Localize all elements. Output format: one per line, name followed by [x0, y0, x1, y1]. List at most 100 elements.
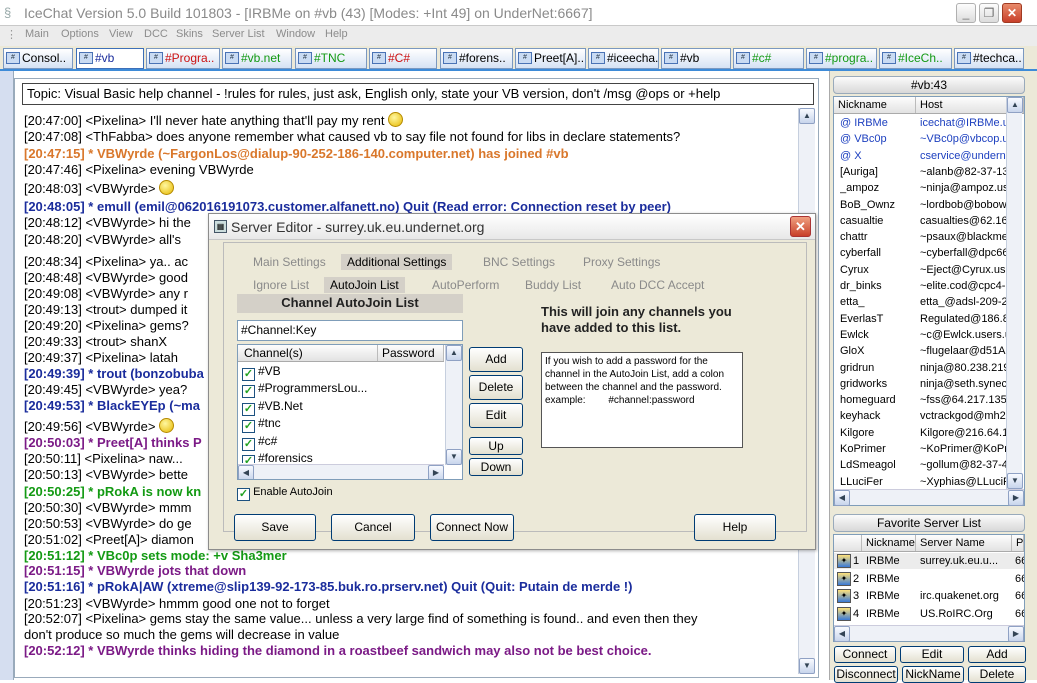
move-up-button[interactable]: Up	[469, 437, 523, 455]
tab-bnc-settings[interactable]: BNC Settings	[483, 255, 555, 269]
restore-button[interactable]: ❐	[979, 3, 999, 23]
channel-tab[interactable]: # #vb	[661, 48, 731, 69]
favorite-row[interactable]: ✦3 IRBMe irc.quakenet.org 66	[834, 588, 1024, 604]
nick-row[interactable]: etta_ etta_@adsl-209-2	[834, 294, 1024, 310]
autojoin-channel-list[interactable]: Channel(s) Password ✓ #VB ✓ #ProgrammersLou…	[237, 344, 463, 480]
enable-autojoin-checkbox[interactable]: ✓ Enable AutoJoin	[237, 486, 333, 501]
favorites-hscroll[interactable]: ◀ ▶	[834, 625, 1024, 642]
col-port[interactable]: P	[1012, 535, 1024, 551]
autojoin-channel-row[interactable]: ✓ #ProgrammersLou...	[242, 380, 367, 399]
channel-tab[interactable]: # #forens..	[440, 48, 513, 69]
nick-row[interactable]: @ IRBMe icechat@IRBMe.us	[834, 115, 1024, 131]
tab-auto-dcc-accept[interactable]: Auto DCC Accept	[611, 278, 704, 292]
channel-tab[interactable]: # #TNC	[295, 48, 367, 69]
checkbox-checked-icon[interactable]: ✓	[242, 402, 255, 416]
add-channel-button[interactable]: Add	[469, 347, 523, 372]
channel-tab[interactable]: # #c#	[733, 48, 804, 69]
scroll-right-arrow-icon[interactable]: ▶	[1008, 490, 1024, 506]
autojoin-channel-row[interactable]: ✓ #forensics	[242, 450, 313, 463]
delete-server-button[interactable]: Delete	[968, 666, 1026, 683]
nick-row[interactable]: gridrun ninja@80.238.219	[834, 360, 1024, 376]
autojoin-channel-row[interactable]: ✓ #VB	[242, 363, 281, 381]
channel-topic[interactable]: Topic: Visual Basic help channel - !rule…	[22, 83, 814, 105]
nick-row[interactable]: casualtie casualties@62.16	[834, 213, 1024, 229]
scroll-down-arrow-icon[interactable]: ▼	[799, 658, 815, 674]
checkbox-checked-icon[interactable]: ✓	[242, 385, 255, 399]
favorite-row[interactable]: ✦4 IRBMe US.RoIRC.Org 66	[834, 606, 1024, 622]
delete-channel-button[interactable]: Delete	[469, 375, 523, 400]
nick-row[interactable]: @ VBc0p ~VBc0p@vbcop.u	[834, 131, 1024, 147]
menu-help[interactable]: Help	[325, 28, 348, 40]
menu-view[interactable]: View	[109, 28, 133, 40]
menu-options[interactable]: Options	[61, 28, 99, 40]
nicklist[interactable]: Nickname Host @ IRBMe icechat@IRBMe.us @ V…	[833, 96, 1025, 506]
nick-row[interactable]: EverlasT Regulated@186.8	[834, 311, 1024, 327]
col-password[interactable]: Password	[378, 345, 444, 361]
nick-row[interactable]: Cyrux ~Eject@Cyrux.use	[834, 262, 1024, 278]
nick-row[interactable]: Kilgore Kilgore@216.64.1	[834, 425, 1024, 441]
nick-row[interactable]: KoPrimer ~KoPrimer@KoPrir	[834, 441, 1024, 457]
tab-proxy-settings[interactable]: Proxy Settings	[583, 255, 660, 269]
favorite-row[interactable]: ✦2 IRBMe 66	[834, 571, 1024, 587]
nick-row[interactable]: chattr ~psaux@blackmer	[834, 229, 1024, 245]
checkbox-checked-icon[interactable]: ✓	[242, 455, 255, 463]
channel-tab[interactable]: # #iceecha..	[588, 48, 659, 69]
nick-row[interactable]: gridworks ninja@seth.synec	[834, 376, 1024, 392]
minimize-button[interactable]: _	[956, 3, 976, 23]
nick-row[interactable]: _ampoz ~ninja@ampoz.use	[834, 180, 1024, 196]
channel-tab[interactable]: # #vb.net	[222, 48, 292, 69]
scroll-down-arrow-icon[interactable]: ▼	[446, 449, 462, 465]
channel-tab[interactable]: # #techca..	[954, 48, 1024, 69]
tab-additional-settings[interactable]: Additional Settings	[341, 254, 453, 270]
favorite-server-list[interactable]: Nickname Server Name P ✦ 1 IRBMe surrey.uk.…	[833, 534, 1025, 642]
channel-tab[interactable]: # Preet[A]..	[515, 48, 586, 69]
channel-list-vscroll[interactable]: ▲ ▼	[445, 345, 462, 465]
nicklist-vscroll[interactable]: ▲ ▼	[1006, 97, 1023, 489]
menu-dcc[interactable]: DCC	[144, 28, 168, 40]
autojoin-channel-row[interactable]: ✓ #VB.Net	[242, 398, 303, 416]
tab-autojoin-list[interactable]: AutoJoin List	[324, 277, 405, 293]
autojoin-channel-row[interactable]: ✓ #tnc	[242, 415, 281, 434]
edit-channel-button[interactable]: Edit	[469, 403, 523, 428]
menu-skins[interactable]: Skins	[176, 28, 203, 40]
dialog-close-icon[interactable]: ✕	[790, 216, 811, 237]
channel-tab[interactable]: # #Progra..	[146, 48, 220, 69]
add-server-button[interactable]: Add	[968, 646, 1026, 663]
move-down-button[interactable]: Down	[469, 458, 523, 476]
edit-server-button[interactable]: Edit	[900, 646, 964, 663]
connect-now-button[interactable]: Connect Now	[430, 514, 514, 541]
save-button[interactable]: Save	[234, 514, 316, 541]
scroll-left-arrow-icon[interactable]: ◀	[238, 465, 254, 479]
favorite-row[interactable]: ✦1 IRBMe surrey.uk.eu.u... 66	[834, 553, 1024, 569]
cancel-button[interactable]: Cancel	[331, 514, 415, 541]
nicklist-hscroll[interactable]: ◀ ▶	[834, 489, 1024, 506]
menu-main[interactable]: Main	[25, 28, 49, 40]
nick-row[interactable]: keyhack vctrackgod@mh26	[834, 408, 1024, 424]
nick-row[interactable]: [Auriga] ~alanb@82-37-13	[834, 164, 1024, 180]
nick-row[interactable]: LdSmeagol ~gollum@82-37-42	[834, 457, 1024, 473]
nick-row[interactable]: dr_binks ~elite.cod@cpc4-	[834, 278, 1024, 294]
checkbox-checked-icon[interactable]: ✓	[242, 420, 255, 434]
channel-tab[interactable]: # Consol..	[3, 48, 73, 69]
autojoin-channel-row[interactable]: ✓ #c#	[242, 433, 277, 451]
nick-row[interactable]: LLuciFer ~Xyphias@LLuciF	[834, 474, 1024, 487]
disconnect-button[interactable]: Disconnect	[834, 666, 898, 683]
nick-row[interactable]: homeguard ~fss@64.217.135	[834, 392, 1024, 408]
channel-key-input[interactable]: #Channel:Key	[237, 320, 463, 341]
scroll-up-arrow-icon[interactable]: ▲	[1007, 97, 1023, 113]
tab-ignore-list[interactable]: Ignore List	[253, 278, 309, 292]
tab-main-settings[interactable]: Main Settings	[253, 255, 326, 269]
col-server-name[interactable]: Server Name	[916, 535, 1012, 551]
close-button[interactable]: ✕	[1002, 3, 1022, 23]
nick-row[interactable]: GloX ~flugelaar@d51A5	[834, 343, 1024, 359]
nick-row[interactable]: cyberfall ~cyberfall@dpc66	[834, 245, 1024, 261]
scroll-left-arrow-icon[interactable]: ◀	[834, 626, 850, 642]
nick-row[interactable]: BoB_Ownz ~lordbob@bobow	[834, 197, 1024, 213]
channel-list-hscroll[interactable]: ◀ ▶	[238, 464, 444, 479]
checkbox-checked-icon[interactable]: ✓	[242, 437, 255, 451]
scroll-left-arrow-icon[interactable]: ◀	[834, 490, 850, 506]
scroll-down-arrow-icon[interactable]: ▼	[1007, 473, 1023, 489]
checkbox-checked-icon[interactable]: ✓	[242, 368, 255, 381]
nick-row[interactable]: @ Xcservice@undern	[834, 148, 1024, 164]
channel-tab[interactable]: # #IceCh..	[879, 48, 952, 69]
